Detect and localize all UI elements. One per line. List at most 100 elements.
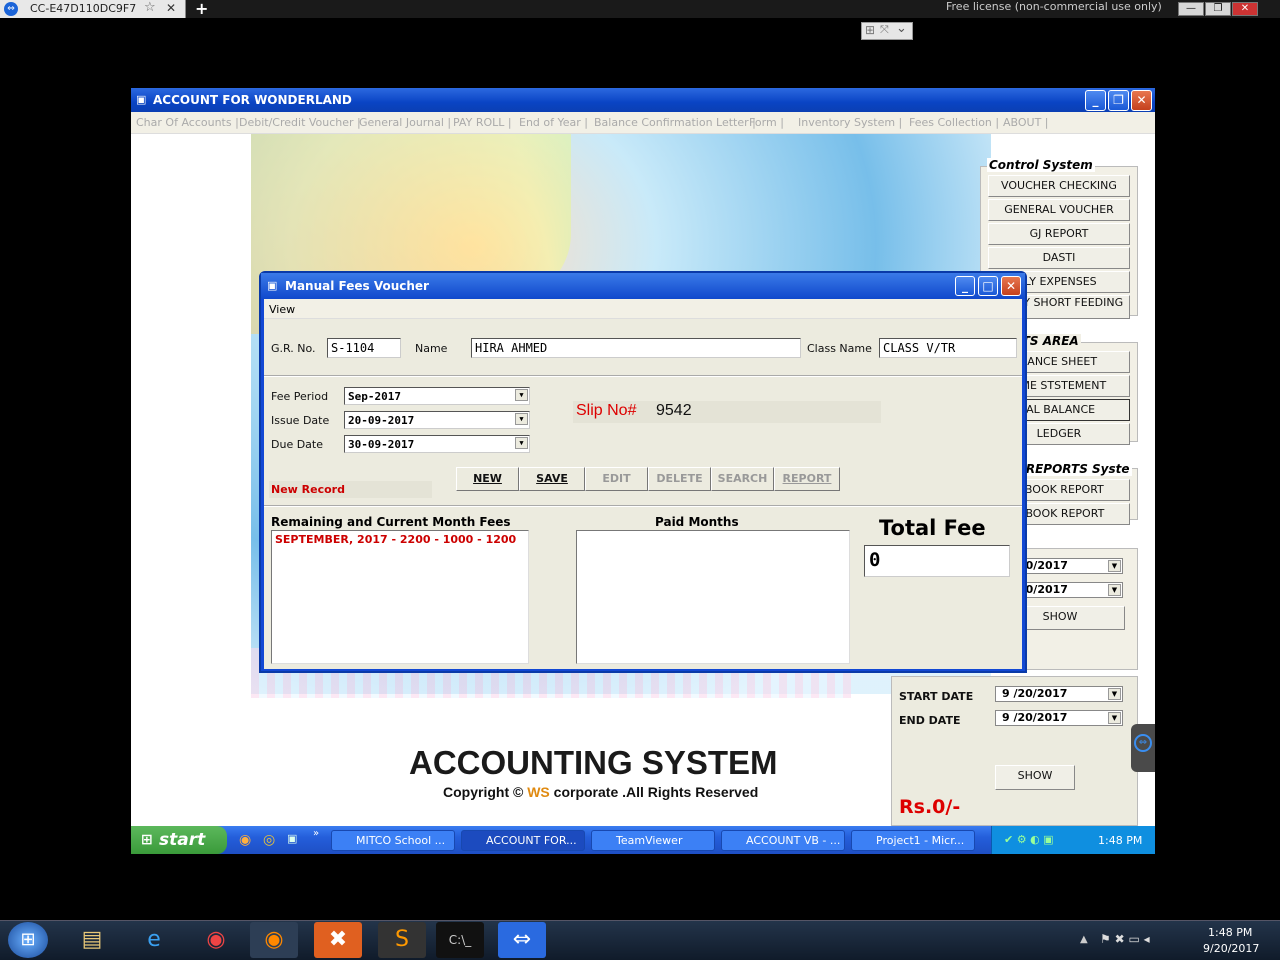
edit-button[interactable]: EDIT <box>585 467 648 491</box>
menu-debit-credit-voucher[interactable]: Debit/Credit Voucher | <box>239 116 361 129</box>
app-restore-button[interactable]: ❐ <box>1108 90 1129 111</box>
end-date-picker[interactable]: 9 /20/2017 ▼ <box>995 710 1123 726</box>
file-explorer-icon[interactable]: ▤ <box>68 922 116 958</box>
xampp-icon[interactable]: ✖ <box>314 922 362 958</box>
taskbar-item-account-vb[interactable]: ACCOUNT VB - ... <box>721 830 845 851</box>
date-picker-a1[interactable]: 20/2017 ▼ <box>1011 558 1123 574</box>
voucher-checking-button[interactable]: VOUCHER CHECKING <box>988 175 1130 197</box>
name-label: Name <box>415 342 448 355</box>
manual-fees-voucher-dialog: ▣ Manual Fees Voucher _ □ ✕ View G.R. No… <box>259 271 1027 673</box>
dasti-button[interactable]: DASTI <box>988 247 1130 269</box>
paid-months-list[interactable] <box>576 530 850 664</box>
list-item[interactable]: SEPTEMBER, 2017 - 2200 - 1000 - 1200 <box>272 531 528 548</box>
report-button[interactable]: REPORT <box>774 467 840 491</box>
due-date-value: 30-09-2017 <box>348 438 415 451</box>
host-clock-time[interactable]: 1:48 PM <box>1208 926 1252 939</box>
taskbar-item-mitco[interactable]: MITCO School ... <box>331 830 455 851</box>
sublime-text-icon[interactable]: S <box>378 922 426 958</box>
show-hidden-icons-icon[interactable]: ▲ <box>1080 934 1088 945</box>
close-icon[interactable]: ✕ <box>1232 2 1258 16</box>
teamviewer-session-tab[interactable]: ⇔ CC-E47D110DC9F7 ☆ ✕ <box>0 0 186 18</box>
show-button-b[interactable]: SHOW <box>995 765 1075 790</box>
menu-inventory-system[interactable]: Inventory System | <box>798 116 902 129</box>
firefox-quicklaunch-icon[interactable]: ◉ <box>239 832 251 848</box>
remaining-fees-list[interactable]: SEPTEMBER, 2017 - 2200 - 1000 - 1200 <box>271 530 529 664</box>
start-button[interactable]: ⊞ start <box>131 826 227 854</box>
dropdown-arrow-icon[interactable]: ▼ <box>1108 688 1121 700</box>
separator <box>264 505 1022 507</box>
dropdown-arrow-icon[interactable]: ▼ <box>515 389 528 401</box>
license-notice: Free license (non-commercial use only) <box>946 0 1162 13</box>
expand-quicklaunch-icon[interactable]: » <box>313 828 319 839</box>
host-clock-date[interactable]: 9/20/2017 <box>1203 942 1259 955</box>
gr-no-field[interactable]: S-1104 <box>327 338 401 358</box>
menu-form[interactable]: Form | <box>749 116 784 129</box>
dropdown-arrow-icon[interactable]: ▼ <box>1108 584 1121 596</box>
gj-report-button[interactable]: GJ REPORT <box>988 223 1130 245</box>
internet-explorer-icon[interactable]: e <box>130 922 178 958</box>
tray-icons[interactable]: ✔ ⚙ ◐ ▣ <box>1004 833 1054 846</box>
slip-no-label: Slip No# <box>576 402 637 419</box>
app-title: ACCOUNT FOR WONDERLAND <box>153 93 352 107</box>
control-system-legend: Control System <box>987 158 1095 172</box>
desktop-quicklaunch-icon[interactable]: ▣ <box>287 832 297 845</box>
menu-about[interactable]: ABOUT | <box>1003 116 1049 129</box>
dialog-maximize-button[interactable]: □ <box>978 276 998 296</box>
dropdown-arrow-icon[interactable]: ▼ <box>515 413 528 425</box>
add-tab-icon[interactable]: + <box>195 0 208 18</box>
fee-period-select[interactable]: Sep-2017 ▼ <box>344 387 530 405</box>
teamviewer-side-handle[interactable]: ⇔ <box>1131 724 1155 772</box>
remote-control-panel-toggle[interactable]: ⊞ ⤧ ⌄ <box>861 21 913 40</box>
command-prompt-icon[interactable]: C:\_ <box>436 922 484 958</box>
menu-payroll[interactable]: PAY ROLL | <box>453 116 512 129</box>
menu-general-journal[interactable]: General Journal | <box>359 116 451 129</box>
menu-end-of-year[interactable]: End of Year | <box>519 116 588 129</box>
issue-date-picker[interactable]: 20-09-2017 ▼ <box>344 411 530 429</box>
dialog-close-button[interactable]: ✕ <box>1001 276 1021 296</box>
session-tab-label: CC-E47D110DC9F7 <box>30 2 137 15</box>
total-amount: Rs.0/- <box>899 796 961 818</box>
dialog-minimize-button[interactable]: _ <box>955 276 975 296</box>
dropdown-arrow-icon[interactable]: ▼ <box>1108 560 1121 572</box>
menu-balance-confirmation[interactable]: Balance Confirmation Letter | <box>594 116 756 129</box>
menu-chart-of-accounts[interactable]: Char Of Accounts | <box>136 116 239 129</box>
ws-logo-text: WS <box>527 784 550 800</box>
app-close-button[interactable]: ✕ <box>1131 90 1152 111</box>
due-date-picker[interactable]: 30-09-2017 ▼ <box>344 435 530 453</box>
dropdown-arrow-icon[interactable]: ▼ <box>515 437 528 449</box>
copyright-prefix: Copyright © <box>443 784 524 800</box>
general-voucher-button[interactable]: GENERAL VOUCHER <box>988 199 1130 221</box>
windows-flag-icon: ⊞ <box>141 832 153 848</box>
taskbar-item-account[interactable]: ACCOUNT FOR... <box>461 830 585 851</box>
teamviewer-taskbar-icon[interactable]: ⇔ <box>498 922 546 958</box>
start-date-label: START DATE <box>899 690 974 703</box>
separator <box>264 375 1022 377</box>
firefox-icon[interactable]: ◉ <box>250 922 298 958</box>
slip-number-area: Slip No# 9542 <box>573 401 881 423</box>
search-button[interactable]: SEARCH <box>711 467 774 491</box>
close-tab-icon[interactable]: ✕ <box>166 1 176 15</box>
tray-status-icons[interactable]: ⚑ ✖ ▭ ◂ <box>1100 932 1150 946</box>
windows-start-orb-icon[interactable]: ⊞ <box>8 922 48 958</box>
name-field[interactable]: HIRA AHMED <box>471 338 801 358</box>
chrome-quicklaunch-icon[interactable]: ◎ <box>263 832 275 848</box>
delete-button[interactable]: DELETE <box>648 467 711 491</box>
dropdown-arrow-icon[interactable]: ▼ <box>1108 712 1121 724</box>
class-name-field[interactable]: CLASS V/TR <box>879 338 1017 358</box>
menu-fees-collection[interactable]: Fees Collection | <box>909 116 999 129</box>
favorite-star-icon[interactable]: ☆ <box>144 0 156 15</box>
new-button[interactable]: NEW <box>456 467 519 491</box>
taskbar-item-teamviewer[interactable]: TeamViewer <box>591 830 715 851</box>
total-fee-field[interactable]: 0 <box>864 545 1010 577</box>
minimize-icon[interactable]: — <box>1178 2 1204 16</box>
chrome-icon[interactable]: ◉ <box>192 922 240 958</box>
menu-view[interactable]: View <box>269 303 295 316</box>
status-text: New Record <box>271 483 345 496</box>
start-date-picker[interactable]: 9 /20/2017 ▼ <box>995 686 1123 702</box>
taskbar-item-project1[interactable]: Project1 - Micr... <box>851 830 975 851</box>
chevron-down-icon: ⌄ <box>896 21 907 36</box>
restore-icon[interactable]: ❐ <box>1205 2 1231 16</box>
date-picker-a2[interactable]: 20/2017 ▼ <box>1011 582 1123 598</box>
save-button[interactable]: SAVE <box>519 467 585 491</box>
app-minimize-button[interactable]: _ <box>1085 90 1106 111</box>
